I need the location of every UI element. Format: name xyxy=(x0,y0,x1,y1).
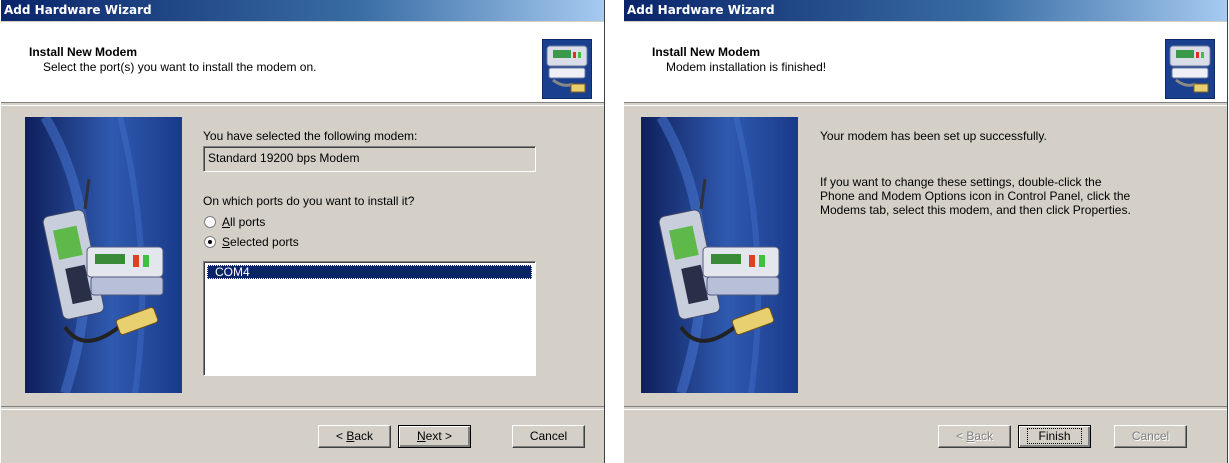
modem-hardware-icon xyxy=(1165,39,1215,99)
footer-separator xyxy=(624,406,1227,410)
radio-selected-ports-circle[interactable] xyxy=(204,236,216,248)
footer-separator xyxy=(1,406,604,410)
header-separator xyxy=(624,102,1227,106)
modem-phone-illustration xyxy=(25,117,182,393)
window-title: Add Hardware Wizard xyxy=(4,3,152,17)
info-text-line-1: If you want to change these settings, do… xyxy=(820,175,1102,189)
back-button: < Back xyxy=(938,425,1011,448)
list-item-label: COM4 xyxy=(215,265,250,279)
wizard-window-select-ports: Add Hardware Wizard Install New Modem Se… xyxy=(0,0,605,463)
ports-question: On which ports do you want to install it… xyxy=(203,194,415,208)
header-subtitle: Select the port(s) you want to install t… xyxy=(43,60,317,74)
title-bar[interactable]: Add Hardware Wizard xyxy=(624,0,1227,21)
back-button[interactable]: < Back xyxy=(318,425,391,448)
modem-phone-illustration xyxy=(641,117,798,393)
success-text: Your modem has been set up successfully. xyxy=(820,129,1047,143)
radio-all-ports-circle[interactable] xyxy=(204,216,216,228)
header-title: Install New Modem xyxy=(29,45,138,59)
wizard-header: Install New Modem Select the port(s) you… xyxy=(1,22,604,102)
window-title: Add Hardware Wizard xyxy=(627,3,775,17)
header-subtitle: Modem installation is finished! xyxy=(666,60,827,74)
modem-hardware-icon xyxy=(542,39,592,99)
next-button[interactable]: Next > xyxy=(398,425,471,448)
cancel-button: Cancel xyxy=(1114,425,1187,448)
radio-all-ports-label: All ports xyxy=(222,215,266,229)
radio-all-ports[interactable]: All ports xyxy=(204,215,324,231)
info-text-line-3: Modems tab, select this modem, and then … xyxy=(820,203,1131,217)
info-text-line-2: Phone and Modem Options icon in Control … xyxy=(820,189,1131,203)
wizard-header: Install New Modem Modem installation is … xyxy=(624,22,1227,102)
radio-selected-ports-label: Selected ports xyxy=(222,235,299,249)
finish-button[interactable]: Finish xyxy=(1018,425,1091,448)
cancel-button[interactable]: Cancel xyxy=(512,425,585,448)
header-separator xyxy=(1,102,604,106)
radio-selected-ports[interactable]: Selected ports xyxy=(204,235,344,251)
list-item-com4[interactable]: COM4 xyxy=(207,265,532,279)
selected-modem-field: Standard 19200 bps Modem xyxy=(203,146,536,172)
selected-modem-label: You have selected the following modem: xyxy=(203,129,418,143)
wizard-window-finished: Add Hardware Wizard Install New Modem Mo… xyxy=(623,0,1228,463)
ports-listbox[interactable]: COM4 xyxy=(203,261,536,376)
header-title: Install New Modem xyxy=(652,45,761,59)
selected-modem-value: Standard 19200 bps Modem xyxy=(208,151,360,165)
title-bar[interactable]: Add Hardware Wizard xyxy=(1,0,604,21)
